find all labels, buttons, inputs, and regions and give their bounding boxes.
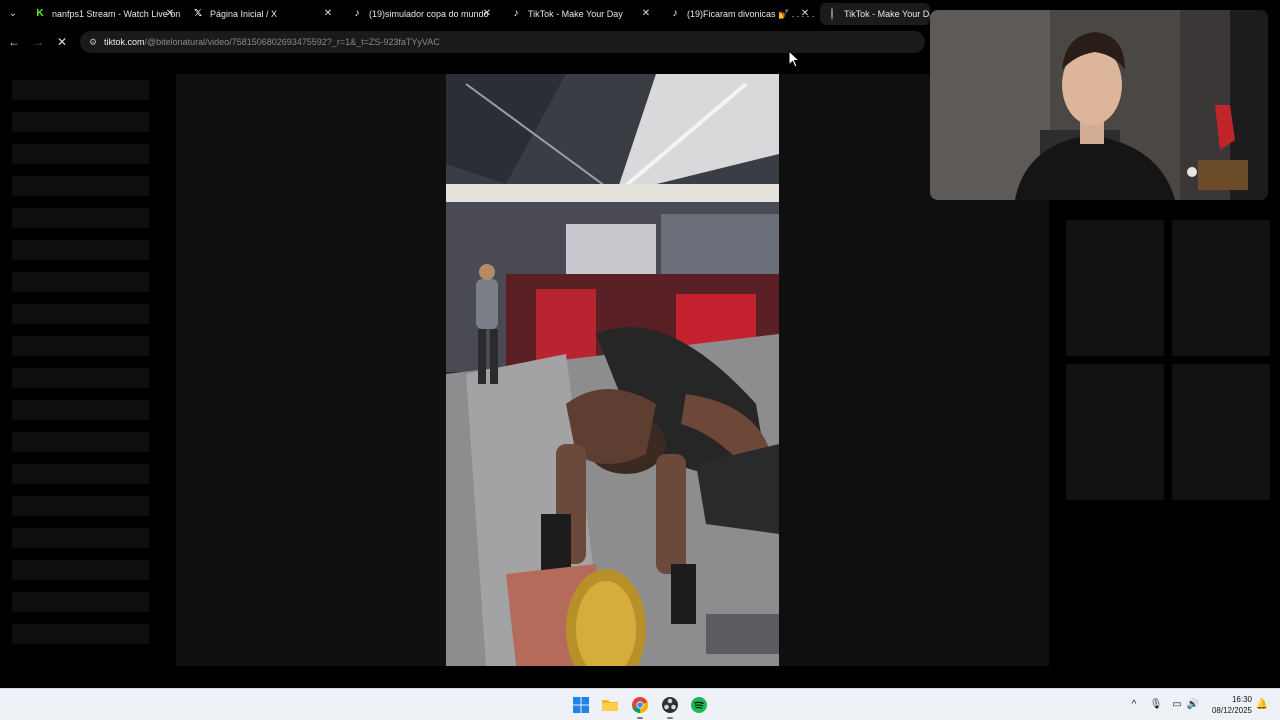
skeleton-item	[12, 528, 149, 548]
tray-overflow-chevron-icon[interactable]: ^	[1127, 698, 1141, 712]
url-path: /@bitelonatural/video/758150680269347559…	[144, 37, 440, 47]
skeleton-item	[12, 496, 149, 516]
x-icon: 𝕏	[193, 8, 203, 19]
skeleton-item	[12, 144, 149, 164]
microphone-icon[interactable]: 🎙	[1149, 698, 1163, 712]
skeleton-item	[12, 592, 149, 612]
url-text: tiktok.com/@bitelonatural/video/75815068…	[104, 31, 440, 53]
network-icon[interactable]: ▭	[1170, 698, 1184, 712]
obs-active-indicator	[667, 717, 673, 719]
video-player[interactable]	[446, 74, 779, 666]
webcam-overlay	[930, 10, 1268, 200]
chrome-active-indicator	[637, 717, 643, 719]
skeleton-item	[12, 624, 149, 644]
tab-title: (19)Ficaram divonicas 💅 . . . . .	[687, 9, 815, 19]
clock-time: 16:30	[1231, 695, 1252, 704]
tab-title: nanfps1 Stream - Watch Live on Kick	[52, 9, 182, 19]
spotify-icon[interactable]	[690, 696, 708, 714]
mouse-cursor-icon	[788, 50, 800, 68]
tiktok-icon: ♪	[513, 8, 519, 19]
skeleton-item	[12, 304, 149, 324]
close-tab-icon[interactable]: ✕	[481, 3, 493, 25]
close-tab-icon[interactable]: ✕	[640, 3, 652, 25]
video-grid-card[interactable]	[1066, 220, 1164, 356]
sidebar-skeleton	[0, 58, 165, 688]
close-tab-icon[interactable]: ✕	[799, 3, 811, 25]
skeleton-item	[12, 176, 149, 196]
video-grid-card[interactable]	[1066, 364, 1164, 500]
skeleton-item	[12, 208, 149, 228]
forward-arrow-icon[interactable]: →	[30, 34, 46, 50]
skeleton-item	[12, 240, 149, 260]
skeleton-item	[12, 464, 149, 484]
file-explorer-icon[interactable]	[601, 696, 619, 714]
skeleton-item	[12, 80, 149, 100]
streamer-webcam-image	[930, 10, 1268, 200]
tab-tiktok-make-your-day[interactable]: ♪ TikTok - Make Your Day ✕	[504, 3, 658, 25]
clock-date: 08/12/2025	[1211, 706, 1252, 715]
notification-bell-icon[interactable]: 🔔	[1255, 698, 1269, 712]
tab-tiktok-simulador[interactable]: ♪ (19)simulador copa do mundo ✕	[345, 3, 499, 25]
video-panel	[176, 74, 1049, 666]
tiktok-icon: ♪	[672, 8, 678, 19]
stop-loading-icon[interactable]: ✕	[54, 34, 70, 50]
tab-title: TikTok - Make Your Day	[844, 9, 930, 19]
windows-start-icon[interactable]	[572, 696, 590, 714]
tab-kick-stream[interactable]: K nanfps1 Stream - Watch Live on Kick ✕	[28, 3, 182, 25]
tiktok-icon: ♪	[354, 8, 360, 19]
tab-tiktok-active[interactable]: TikTok - Make Your Day	[820, 3, 930, 25]
tab-search-chevron-icon[interactable]: ⌄	[6, 7, 20, 21]
site-info-icon[interactable]: ⚙	[86, 35, 100, 49]
skeleton-item	[12, 112, 149, 132]
windows-taskbar: ^ 🎙 ▭ 🔊 16:30 08/12/2025 🔔	[0, 688, 1280, 720]
tab-tiktok-ficaram[interactable]: ♪ (19)Ficaram divonicas 💅 . . . . . ✕	[663, 3, 817, 25]
close-tab-icon[interactable]: ✕	[164, 3, 176, 25]
skeleton-item	[12, 400, 149, 420]
back-arrow-icon[interactable]: ←	[6, 34, 22, 50]
obs-icon[interactable]	[661, 696, 679, 714]
loading-spinner-icon	[826, 7, 838, 20]
volume-icon[interactable]: 🔊	[1186, 698, 1200, 712]
close-tab-icon[interactable]: ✕	[322, 3, 334, 25]
kick-icon: K	[36, 8, 44, 19]
skeleton-item	[12, 432, 149, 452]
tab-title: TikTok - Make Your Day	[528, 9, 623, 19]
tab-title: (19)simulador copa do mundo	[369, 9, 489, 19]
system-clock[interactable]: 16:30 08/12/2025	[1202, 694, 1252, 716]
skeleton-item	[12, 368, 149, 388]
tab-x-home[interactable]: 𝕏 Página Inicial / X ✕	[186, 3, 340, 25]
skeleton-item	[12, 560, 149, 580]
video-grid-card[interactable]	[1172, 220, 1270, 356]
url-host: tiktok.com	[104, 37, 145, 47]
chrome-icon[interactable]	[631, 696, 649, 714]
skeleton-item	[12, 336, 149, 356]
tab-title: Página Inicial / X	[210, 9, 278, 19]
video-grid-card[interactable]	[1172, 364, 1270, 500]
gym-video-frame	[446, 74, 779, 666]
skeleton-item	[12, 272, 149, 292]
